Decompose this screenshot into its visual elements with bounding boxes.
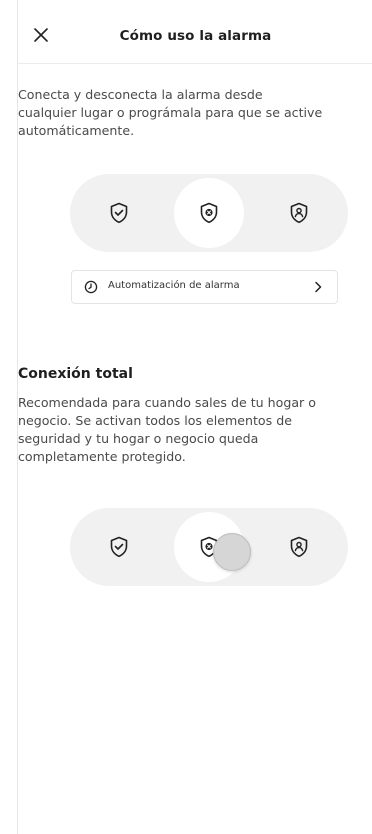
mode-button-disconnected[interactable] bbox=[174, 178, 244, 248]
app-screen: Cómo uso la alarma Conecta y desconecta … bbox=[17, 0, 372, 834]
alarm-mode-selector bbox=[70, 174, 348, 252]
section-description: Recomendada para cuando sales de tu hoga… bbox=[18, 394, 372, 466]
intro-line: automáticamente. bbox=[18, 123, 135, 138]
intro-line: cualquier lugar o prográmala para que se… bbox=[18, 105, 323, 120]
mode-button-connected[interactable] bbox=[84, 178, 154, 248]
header-divider bbox=[18, 63, 372, 64]
shield-x-icon bbox=[200, 202, 218, 224]
section-line: Recomendada para cuando sales de tu hoga… bbox=[18, 395, 316, 410]
alarm-automation-button[interactable]: Automatización de alarma bbox=[71, 270, 338, 304]
alarm-mode-demo-selector bbox=[70, 508, 348, 586]
intro-text: Conecta y desconecta la alarma desde cua… bbox=[18, 86, 372, 140]
section-line: negocio. Se activan todos los elementos … bbox=[18, 413, 292, 428]
shield-check-icon bbox=[110, 202, 128, 224]
section-line: completamente protegido. bbox=[18, 449, 186, 464]
demo-mode-button-connected[interactable] bbox=[84, 512, 154, 582]
shield-person-icon bbox=[290, 536, 308, 558]
page-title: Cómo uso la alarma bbox=[119, 28, 272, 44]
section-title: Conexión total bbox=[18, 366, 133, 382]
touch-indicator bbox=[213, 533, 251, 571]
intro-line: Conecta y desconecta la alarma desde bbox=[18, 87, 263, 102]
header: Cómo uso la alarma bbox=[18, 16, 372, 56]
automation-label: Automatización de alarma bbox=[108, 280, 240, 291]
chevron-right-icon bbox=[315, 281, 322, 293]
clock-icon bbox=[84, 280, 98, 294]
demo-mode-button-partial[interactable] bbox=[264, 512, 334, 582]
shield-check-icon bbox=[110, 536, 128, 558]
section-line: seguridad y tu hogar o negocio queda bbox=[18, 431, 259, 446]
mode-button-partial[interactable] bbox=[264, 178, 334, 248]
shield-person-icon bbox=[290, 202, 308, 224]
